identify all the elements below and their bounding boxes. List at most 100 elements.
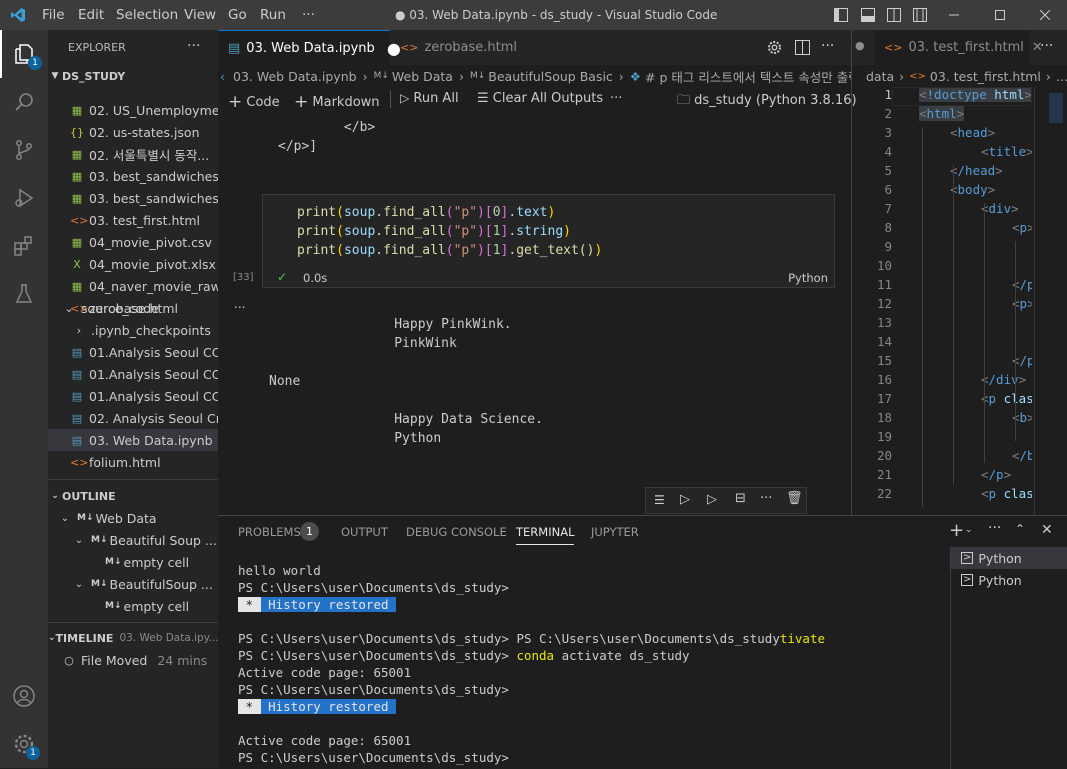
html-code-view[interactable]: 1<!doctype html>2<html>3<head>4<title>5<… — [862, 87, 1032, 515]
run-above-icon[interactable]: ☰ — [654, 493, 665, 507]
minimize-button[interactable] — [931, 0, 977, 30]
toggle-panel-icon[interactable] — [861, 8, 875, 22]
outline-item[interactable]: M↓ empty cell — [48, 551, 218, 573]
tab-terminal[interactable]: TERMINAL — [516, 525, 575, 545]
file-item[interactable]: ▦ 03. best_sandwiches... — [48, 165, 218, 187]
file-item[interactable]: <> folium.html — [48, 451, 218, 473]
file-item[interactable]: X 04_movie_pivot.xlsx — [48, 253, 218, 275]
menu-view[interactable]: View — [184, 7, 216, 23]
source-control-icon[interactable] — [0, 126, 48, 174]
folder-ipynb-checkpoints[interactable]: › .ipynb_checkpoints — [48, 319, 218, 341]
workspace-root[interactable]: ▼ DS_STUDY — [48, 65, 218, 87]
close-panel-icon[interactable]: ✕ — [1041, 522, 1053, 538]
add-markdown-button[interactable]: + Markdown — [294, 91, 380, 112]
outline-item[interactable]: M↓ empty cell — [48, 595, 218, 617]
code-line[interactable]: <title> — [981, 144, 1032, 159]
file-item[interactable]: ▤ 02. Analysis Seoul Cr... — [48, 407, 218, 429]
maximize-panel-chevron-up-icon[interactable]: ⌃ — [1015, 522, 1025, 536]
settings-gear-icon[interactable] — [767, 40, 782, 55]
breadcrumb-file[interactable]: 03. Web Data.ipynb — [233, 69, 357, 84]
code-line[interactable]: print(soup.find_all("p")[1].string) — [297, 224, 571, 239]
search-icon[interactable] — [0, 78, 48, 126]
code-line[interactable]: print(soup.find_all("p")[0].text) — [297, 205, 555, 220]
split-cell-icon[interactable]: ⊟ — [735, 491, 746, 506]
menu-file[interactable]: File — [42, 7, 65, 23]
clear-outputs-button[interactable]: ☰ Clear All Outputs — [477, 91, 603, 106]
terminal-item-2[interactable]: > Python — [951, 569, 1067, 591]
code-line[interactable]: </p> — [981, 467, 1011, 482]
cell-language[interactable]: Python — [788, 271, 828, 285]
timeline-header[interactable]: ⌄ TIMELINE 03. Web Data.ipy... — [48, 627, 218, 649]
code-cell[interactable]: print(soup.find_all("p")[0].text) print(s… — [262, 194, 835, 288]
split-editor-icon[interactable] — [795, 40, 810, 55]
timeline-item[interactable]: ○ File Moved 24 mins — [48, 649, 218, 671]
code-line[interactable]: </b> — [1012, 448, 1032, 463]
tab-debug-console[interactable]: DEBUG CONSOLE — [406, 525, 507, 539]
code-line[interactable]: <head> — [950, 125, 995, 140]
extensions-icon[interactable] — [0, 222, 48, 270]
customize-layout-icon[interactable] — [913, 8, 927, 22]
tab-test-first[interactable]: <> 03. test_first.html ✕ — [874, 30, 1043, 65]
code-line[interactable]: <p clas — [981, 486, 1032, 501]
file-item[interactable]: ▦ 04_movie_pivot.csv — [48, 231, 218, 253]
account-icon[interactable] — [0, 672, 48, 720]
menu-run[interactable]: Run — [260, 7, 286, 23]
add-code-button[interactable]: + Code — [228, 91, 280, 112]
panel-more-button[interactable]: ··· — [988, 520, 1001, 536]
file-item[interactable]: ▦ 02. 서울특별시 동작... — [48, 143, 218, 165]
outline-header[interactable]: ⌄ OUTLINE — [48, 485, 218, 507]
close-window-button[interactable] — [1022, 0, 1067, 30]
code-line[interactable]: </head> — [950, 163, 1003, 178]
breadcrumb-bs-basic[interactable]: BeautifulSoup Basic — [488, 69, 613, 84]
editor-more-button[interactable]: ··· — [821, 38, 834, 54]
toggle-secondary-sidebar-icon[interactable] — [887, 8, 901, 22]
file-item[interactable]: ▤ 01.Analysis Seoul CC... — [48, 385, 218, 407]
code-line[interactable]: <html> — [919, 106, 965, 121]
file-item[interactable]: ▦ 03. best_sandwiches... — [48, 187, 218, 209]
editor-divider[interactable] — [851, 30, 852, 515]
maximize-button[interactable] — [977, 0, 1023, 30]
breadcrumb-symbol[interactable]: ... — [1056, 69, 1067, 84]
file-item[interactable]: ▤ 01.Analysis Seoul CC... — [48, 363, 218, 385]
file-item[interactable]: ▦ 04_naver_movie_raw... — [48, 275, 218, 297]
kernel-picker[interactable]: 🗀 ds_study (Python 3.8.16) — [677, 91, 857, 113]
manage-gear-icon[interactable]: 1 — [0, 720, 48, 768]
tab-problems[interactable]: PROBLEMS — [238, 525, 301, 539]
tab-zerobase[interactable]: <> zerobase.html — [390, 30, 520, 65]
cell-more-button[interactable]: ··· — [760, 491, 772, 506]
minimap[interactable] — [1034, 87, 1067, 515]
code-line[interactable]: <p> — [1012, 220, 1032, 235]
tab-jupyter[interactable]: JUPYTER — [591, 525, 639, 539]
breadcrumb-folder[interactable]: data — [866, 69, 894, 84]
code-line[interactable]: <div> — [981, 201, 1019, 216]
code-line[interactable]: <p clas — [981, 391, 1032, 406]
outline-item[interactable]: ⌄ M↓ Web Data — [48, 507, 218, 529]
right-editor-more-button[interactable]: ··· — [1040, 38, 1053, 54]
toolbar-more-button[interactable]: ··· — [610, 91, 622, 106]
terminal-item-1[interactable]: > Python — [951, 547, 1067, 569]
menu-go[interactable]: Go — [228, 7, 247, 23]
folder-source-code[interactable]: ⌄ source_code — [48, 297, 218, 319]
breadcrumb-cell[interactable]: # p 태그 리스트에서 텍스트 속성만 출력 — [645, 67, 851, 86]
chevron-down-icon[interactable]: ⌄ — [965, 525, 973, 535]
testing-flask-icon[interactable] — [0, 270, 48, 318]
code-line[interactable]: print(soup.find_all("p")[1].get_text()) — [297, 243, 602, 258]
menu-selection[interactable]: Selection — [116, 7, 178, 23]
new-terminal-plus-icon[interactable]: + — [949, 520, 964, 541]
toggle-sidebar-icon[interactable] — [834, 8, 848, 22]
file-item[interactable]: ▤ 03. Web Data.ipynb — [48, 429, 218, 451]
tab-output[interactable]: OUTPUT — [341, 525, 388, 539]
file-item[interactable]: ▤ 01.Analysis Seoul CC... — [48, 341, 218, 363]
breadcrumb-web-data[interactable]: Web Data — [392, 69, 453, 84]
execute-cell-icon[interactable]: ▷ — [707, 492, 717, 507]
outline-item[interactable]: ⌄ M↓ BeautifulSoup ... — [48, 573, 218, 595]
explorer-icon[interactable]: 1 — [0, 30, 48, 78]
code-line[interactable]: </div> — [981, 372, 1026, 387]
run-all-button[interactable]: ▷ Run All — [400, 91, 459, 106]
file-item[interactable]: {} 02. us-states.json — [48, 121, 218, 143]
code-line[interactable]: <body> — [950, 182, 995, 197]
delete-cell-icon[interactable]: 🗑 — [786, 491, 803, 506]
explorer-more-button[interactable]: ··· — [187, 38, 200, 54]
outline-item[interactable]: ⌄ M↓ Beautiful Soup ... — [48, 529, 218, 551]
menu-more[interactable]: ··· — [302, 7, 315, 23]
